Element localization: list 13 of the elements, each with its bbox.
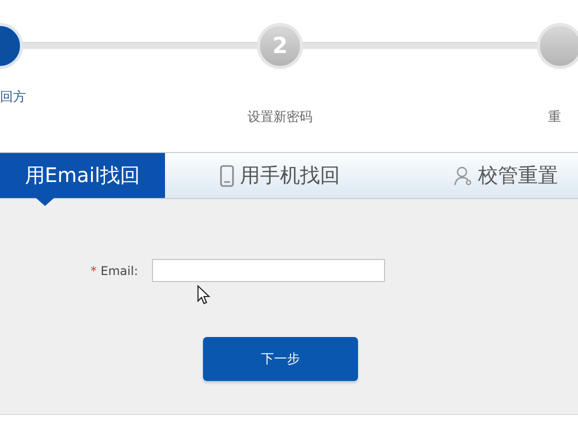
step-label: 重 [548, 109, 561, 126]
phone-icon [220, 164, 234, 186]
email-field[interactable] [152, 259, 385, 282]
next-button[interactable]: 下一步 [203, 337, 358, 381]
email-label: Email: [100, 264, 138, 278]
required-mark: * [90, 264, 97, 278]
step-circle: 2 [257, 23, 303, 69]
user-icon [454, 166, 472, 186]
cursor-icon [197, 285, 211, 305]
step-label: 回方 [0, 89, 26, 106]
step-label: 设置新密码 [248, 109, 312, 126]
tab[interactable]: 校管重置 [395, 153, 578, 198]
tab[interactable]: 用手机找回 [165, 153, 395, 198]
